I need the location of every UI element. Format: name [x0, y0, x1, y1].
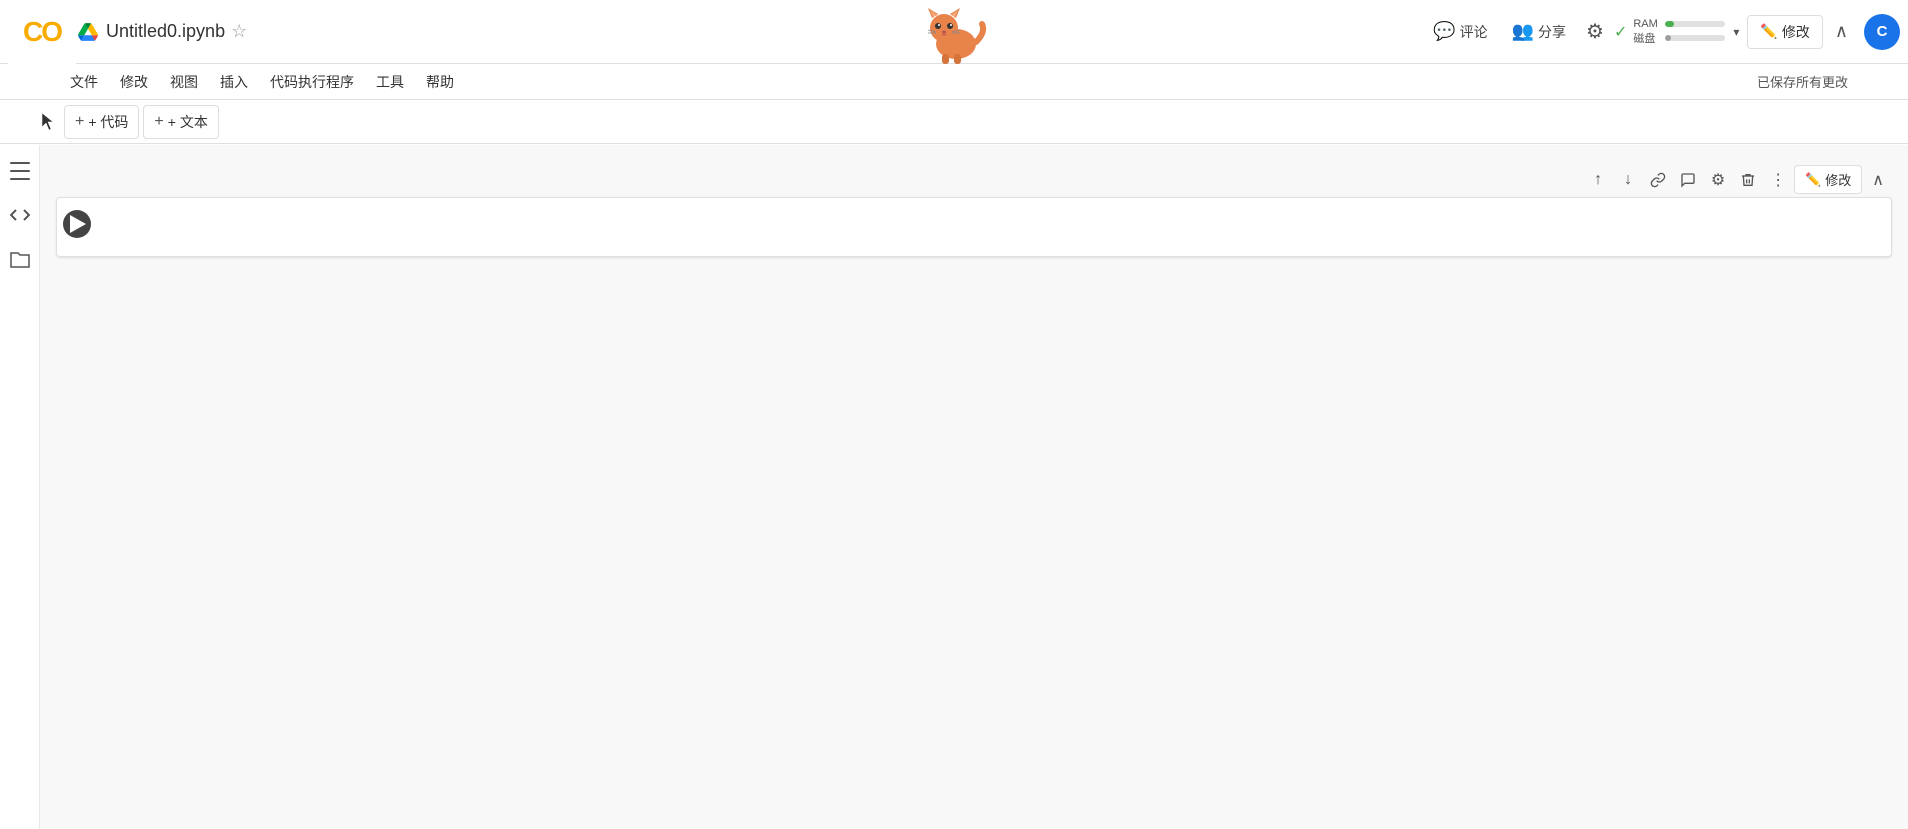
ram-disk-widget: RAM 磁盘	[1633, 18, 1725, 46]
colab-logo-text: CO	[23, 16, 61, 48]
sidebar-icon-code[interactable]	[2, 197, 38, 233]
sidebar-icon-folder[interactable]	[2, 241, 38, 277]
code-cell	[56, 197, 1892, 257]
cell-move-up-button[interactable]: ↑	[1584, 166, 1612, 194]
cell-run-button[interactable]	[57, 198, 97, 250]
topbar: CO Untitled0.ipynb ☆	[0, 0, 1908, 64]
star-icon[interactable]: ☆	[231, 21, 247, 42]
cell-link-button[interactable]	[1644, 166, 1672, 194]
ram-bar	[1665, 21, 1725, 27]
menu-insert[interactable]: 插入	[210, 68, 258, 96]
disk-bar	[1665, 35, 1725, 41]
people-icon: 👥	[1512, 21, 1534, 42]
toolbar: + + 代码 + + 文本	[0, 100, 1908, 144]
sidebar	[0, 145, 40, 829]
pencil-icon-cell: ✏️	[1805, 172, 1821, 188]
cursor-icon	[40, 111, 58, 133]
comment-label: 评论	[1460, 22, 1488, 42]
share-label: 分享	[1538, 22, 1566, 42]
save-status: 已保存所有更改	[1757, 72, 1848, 91]
cell-edit-button[interactable]: ✏️ 修改	[1794, 165, 1862, 194]
disk-label: 磁盘	[1633, 30, 1661, 46]
comment-button[interactable]: 💬 评论	[1423, 15, 1497, 48]
cell-settings-button[interactable]: ⚙	[1704, 166, 1732, 194]
drive-icon	[76, 20, 100, 44]
cell-actions: ↑ ↓ ⚙ ⋮	[1584, 165, 1892, 194]
collapse-button[interactable]: ∧	[1827, 15, 1856, 48]
topbar-right: 💬 评论 👥 分享 ⚙ ✓ RAM 磁盘 ▾	[1423, 13, 1900, 50]
comment-icon: 💬	[1433, 21, 1455, 42]
edit-label: 修改	[1782, 22, 1810, 42]
cell-wrapper: ↑ ↓ ⚙ ⋮	[56, 197, 1892, 257]
add-code-label: + 代码	[88, 112, 128, 132]
menu-runtime[interactable]: 代码执行程序	[260, 68, 364, 96]
ram-label: RAM	[1633, 18, 1661, 30]
user-avatar[interactable]: C	[1864, 14, 1900, 50]
menubar: 文件 修改 视图 插入 代码执行程序 工具 帮助 已保存所有更改	[0, 64, 1908, 100]
main-content: ↑ ↓ ⚙ ⋮	[40, 145, 1908, 829]
cell-collapse-button[interactable]: ∧	[1864, 166, 1892, 194]
menu-view[interactable]: 视图	[160, 68, 208, 96]
add-text-label: + 文本	[168, 112, 208, 132]
menu-edit[interactable]: 修改	[110, 68, 158, 96]
add-code-button[interactable]: + + 代码	[64, 105, 139, 139]
add-text-button[interactable]: + + 文本	[143, 105, 218, 139]
cell-move-down-button[interactable]: ↓	[1614, 166, 1642, 194]
notebook-title[interactable]: Untitled0.ipynb	[106, 21, 225, 42]
sidebar-icon-menu[interactable]	[2, 153, 38, 189]
settings-icon[interactable]: ⚙	[1580, 13, 1610, 50]
cell-edit-label: 修改	[1825, 170, 1851, 189]
share-button[interactable]: 👥 分享	[1502, 15, 1576, 48]
menu-file[interactable]: 文件	[60, 68, 108, 96]
run-triangle-icon	[70, 215, 86, 233]
plus-icon-text: +	[154, 113, 163, 131]
plus-icon-code: +	[75, 113, 84, 131]
pencil-icon: ✏️	[1760, 23, 1777, 40]
cell-delete-button[interactable]	[1734, 166, 1762, 194]
run-circle	[63, 210, 91, 238]
menu-tools[interactable]: 工具	[366, 68, 414, 96]
cell-input[interactable]	[97, 198, 1891, 256]
check-icon: ✓	[1614, 22, 1627, 42]
menu-help[interactable]: 帮助	[416, 68, 464, 96]
cell-comment-button[interactable]	[1674, 166, 1702, 194]
edit-button-top[interactable]: ✏️ 修改	[1747, 15, 1822, 49]
cat-mascot	[914, 4, 994, 69]
dropdown-arrow[interactable]: ▾	[1733, 25, 1739, 39]
cell-more-button[interactable]: ⋮	[1764, 166, 1792, 194]
colab-logo[interactable]: CO	[8, 0, 76, 64]
